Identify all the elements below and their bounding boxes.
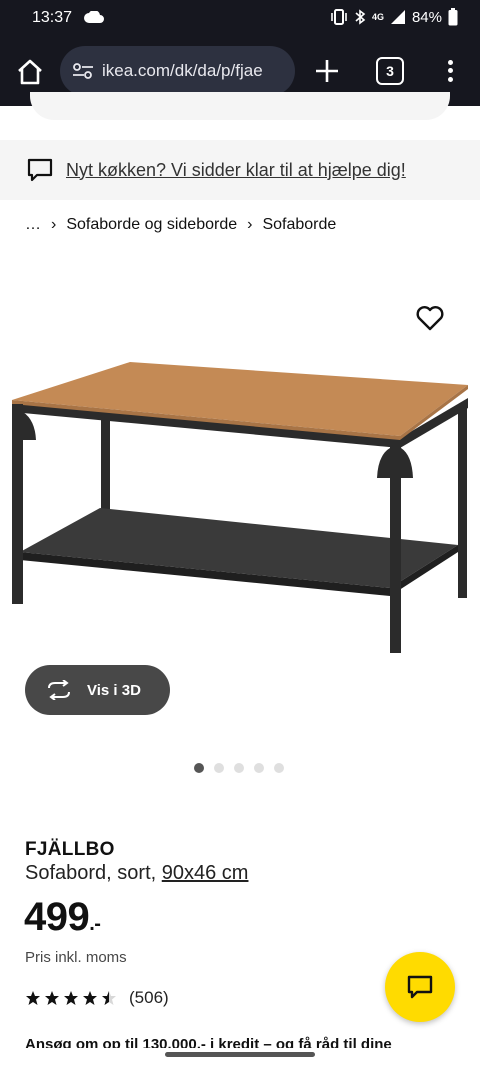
view-3d-button[interactable]: Vis i 3D — [25, 665, 170, 715]
breadcrumb-item-more[interactable]: … — [25, 216, 41, 234]
star-filled-icon — [83, 991, 97, 1005]
breadcrumb-item-category[interactable]: Sofaborde og sideborde — [66, 216, 237, 234]
signal-icon — [390, 10, 405, 24]
chat-icon — [407, 975, 433, 999]
price-decimal: .- — [89, 913, 101, 935]
product-image[interactable] — [0, 290, 480, 670]
chat-button[interactable] — [385, 952, 455, 1022]
help-banner[interactable]: Nyt køkken? Vi sidder klar til at hjælpe… — [0, 140, 480, 200]
product-description: Sofabord, sort, 90x46 cm — [25, 862, 248, 885]
home-icon[interactable] — [14, 56, 46, 88]
carousel-dot[interactable] — [234, 763, 244, 773]
rotate-icon — [48, 680, 70, 700]
product-rating[interactable]: (506) — [25, 988, 169, 1008]
rating-stars — [25, 990, 117, 1006]
battery-percent: 84% — [411, 8, 442, 26]
credit-text: Ansøg om op til 130.000,- i kredit – og … — [25, 1036, 392, 1048]
status-time: 13:37 — [32, 9, 73, 26]
image-carousel-dots — [194, 763, 284, 773]
url-text: ikea.com/dk/da/p/fjae — [102, 61, 263, 80]
star-filled-icon — [26, 991, 40, 1005]
star-filled-icon — [45, 991, 59, 1005]
star-filled-icon — [64, 991, 78, 1005]
battery-icon — [448, 8, 458, 26]
gesture-bar — [165, 1052, 315, 1057]
carousel-dot[interactable] — [194, 763, 204, 773]
status-right: 4G 84% — [330, 8, 458, 26]
price-main: 499 — [24, 895, 90, 939]
heart-icon[interactable] — [415, 304, 445, 332]
view-3d-label: Vis i 3D — [87, 681, 141, 699]
network-label: 4G — [371, 12, 384, 22]
tab-switcher-button[interactable]: 3 — [376, 57, 404, 85]
chat-bubble-icon — [27, 158, 53, 182]
carousel-dot[interactable] — [274, 763, 284, 773]
product-size-link[interactable]: 90x46 cm — [162, 862, 249, 884]
carousel-dot[interactable] — [254, 763, 264, 773]
review-count[interactable]: (506) — [129, 988, 169, 1008]
star-half-icon — [102, 991, 116, 1005]
product-description-text: Sofabord, sort, — [25, 862, 162, 884]
tune-icon[interactable] — [72, 62, 94, 80]
search-bar[interactable] — [30, 92, 450, 120]
breadcrumb: … › Sofaborde og sideborde › Sofaborde — [25, 216, 336, 234]
address-bar[interactable]: ikea.com/dk/da/p/fjae — [60, 46, 295, 96]
plus-icon[interactable] — [312, 56, 342, 86]
chevron-right-icon: › — [51, 216, 57, 233]
cloud-icon — [84, 11, 104, 23]
bluetooth-icon — [355, 9, 366, 25]
status-bar: 13:37 4G 84% — [0, 0, 480, 36]
breadcrumb-item-subcategory[interactable]: Sofaborde — [262, 216, 336, 234]
vibrate-icon — [331, 9, 347, 25]
more-vertical-icon[interactable] — [436, 54, 464, 88]
price-note: Pris inkl. moms — [25, 949, 127, 966]
chevron-right-icon: › — [247, 216, 253, 233]
carousel-dot[interactable] — [214, 763, 224, 773]
product-price: 499.- — [24, 895, 101, 940]
help-banner-link[interactable]: Nyt køkken? Vi sidder klar til at hjælpe… — [66, 160, 406, 181]
product-name: FJÄLLBO — [25, 839, 115, 860]
